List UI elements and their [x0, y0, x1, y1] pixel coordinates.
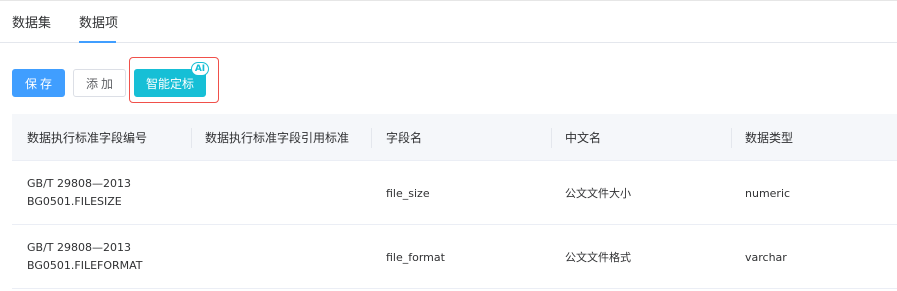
cell-code-line: GB/T 29808—2013	[27, 177, 131, 190]
cell-data-type: varchar	[745, 250, 787, 264]
table-row[interactable]: GB/T 29808—2013 BG0501.FILESIZE file_siz…	[12, 161, 897, 225]
header-field-name: 字段名	[386, 131, 423, 145]
header-standard-field-code: 数据执行标准字段编号	[27, 131, 148, 145]
cell-chinese-name: 公文文件格式	[565, 251, 631, 264]
cell-standard-field-code: GB/T 29808—2013 BG0501.FILEFORMAT	[27, 225, 143, 289]
save-button[interactable]: 保存	[12, 69, 65, 97]
cell-data-type: numeric	[745, 186, 791, 200]
cell-field-name: file_format	[386, 250, 445, 264]
header-chinese-name: 中文名	[565, 131, 602, 145]
cell-field-name: file_size	[386, 186, 430, 200]
ai-badge: AI	[191, 62, 209, 76]
header-separator	[731, 128, 732, 148]
data-item-table: 数据执行标准字段编号 数据执行标准字段引用标准 字段名 中文名 数据类型 GB/…	[12, 114, 897, 289]
header-separator	[191, 128, 192, 148]
active-tab-indicator	[79, 41, 116, 43]
tab-data-item[interactable]: 数据项	[79, 12, 118, 31]
tab-bar: 数据集 数据项	[0, 0, 897, 43]
table-header: 数据执行标准字段编号 数据执行标准字段引用标准 字段名 中文名 数据类型	[12, 114, 897, 161]
header-separator	[371, 128, 372, 148]
cell-standard-field-code: GB/T 29808—2013 BG0501.FILESIZE	[27, 161, 131, 225]
table-row[interactable]: GB/T 29808—2013 BG0501.FILEFORMAT file_f…	[12, 225, 897, 289]
cell-code-line: BG0501.FILEFORMAT	[27, 259, 143, 272]
header-data-type: 数据类型	[745, 131, 794, 145]
cell-chinese-name: 公文文件大小	[565, 187, 631, 200]
cell-code-line: GB/T 29808—2013	[27, 241, 131, 254]
cell-code-line: BG0501.FILESIZE	[27, 195, 122, 208]
tab-dataset[interactable]: 数据集	[12, 12, 51, 31]
add-button[interactable]: 添加	[73, 69, 126, 97]
header-standard-reference: 数据执行标准字段引用标准	[205, 131, 350, 145]
header-separator	[551, 128, 552, 148]
